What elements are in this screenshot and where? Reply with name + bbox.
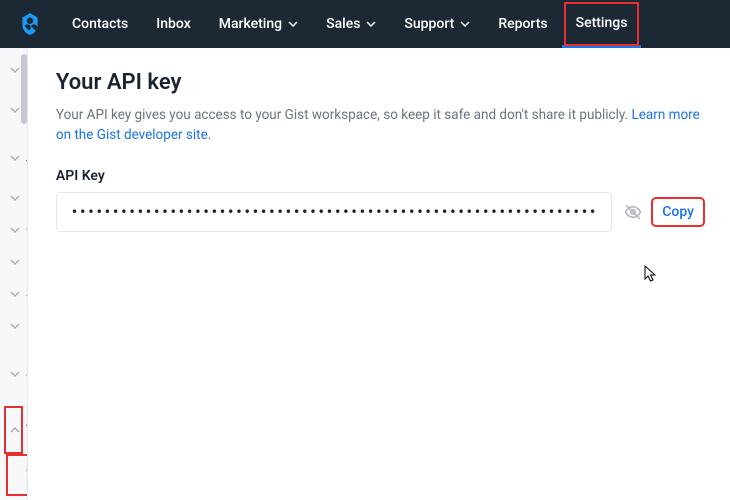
top-nav: Contacts Inbox Marketing Sales Support R… <box>0 0 730 48</box>
nav-label: Inbox <box>156 16 190 32</box>
sidebar-item-inbox[interactable]: Inbox <box>0 246 27 278</box>
chevron-up-icon <box>10 425 20 435</box>
chevron-down-icon <box>10 257 20 267</box>
chevron-down-icon <box>460 19 470 29</box>
sidebar-item-data-tracking[interactable]: Data & Tracking <box>0 134 27 182</box>
nav-label: Contacts <box>72 16 128 32</box>
eye-off-icon <box>624 203 642 221</box>
app-logo[interactable] <box>16 10 44 38</box>
chevron-down-icon <box>366 19 376 29</box>
nav-reports[interactable]: Reports <box>484 0 561 48</box>
nav-support[interactable]: Support <box>390 0 484 48</box>
chevron-down-icon <box>10 321 20 331</box>
nav-label: Sales <box>326 16 360 32</box>
sidebar-item-import-export[interactable]: Import & Export <box>0 342 27 406</box>
mouse-cursor <box>644 265 658 283</box>
chevron-down-icon <box>10 289 20 299</box>
sidebar-subitem-api-key[interactable]: API key <box>6 454 28 496</box>
page-title: Your API key <box>56 70 702 95</box>
api-key-label: API Key <box>56 168 702 184</box>
sidebar-subitem-integrations[interactable]: Integrations <box>0 496 28 500</box>
nav-settings[interactable]: Settings <box>562 0 642 48</box>
chevron-down-icon <box>10 225 20 235</box>
copy-button[interactable]: Copy <box>654 200 702 224</box>
sidebar-item-messenger[interactable]: Messenger <box>0 182 27 214</box>
nav-label: Support <box>404 16 454 32</box>
desc-text: Your API key gives you access to your Gi… <box>56 107 632 123</box>
chevron-down-icon <box>10 65 20 75</box>
page-description: Your API key gives you access to your Gi… <box>56 105 702 146</box>
api-key-row: ••••••••••••••••••••••••••••••••••••••••… <box>56 192 702 232</box>
nav-label: Reports <box>498 16 547 32</box>
nav-inbox[interactable]: Inbox <box>142 0 204 48</box>
chevron-down-icon <box>10 153 20 163</box>
sidebar-item-support[interactable]: Support <box>0 278 27 310</box>
chevron-down-icon <box>10 105 20 115</box>
main-content: Your API key Your API key gives you acce… <box>28 48 730 500</box>
nav-items: Contacts Inbox Marketing Sales Support R… <box>58 0 641 48</box>
chevron-down-icon <box>10 193 20 203</box>
scrollbar-thumb[interactable] <box>21 54 27 124</box>
settings-sidebar: General Your Profile Data & Tracking Mes… <box>0 48 28 500</box>
nav-sales[interactable]: Sales <box>312 0 390 48</box>
sidebar-item-chatbot[interactable]: Chatbot <box>0 214 27 246</box>
chevron-down-icon <box>288 19 298 29</box>
nav-label: Settings <box>576 15 628 31</box>
sidebar-item-marketing[interactable]: Marketing <box>0 310 27 342</box>
sidebar-item-api-integrations[interactable]: API & Integrations <box>4 406 23 454</box>
toggle-visibility-button[interactable] <box>622 201 644 223</box>
nav-contacts[interactable]: Contacts <box>58 0 142 48</box>
chevron-down-icon <box>10 369 20 379</box>
nav-marketing[interactable]: Marketing <box>205 0 312 48</box>
nav-label: Marketing <box>219 16 282 32</box>
api-key-input[interactable]: ••••••••••••••••••••••••••••••••••••••••… <box>56 192 612 232</box>
